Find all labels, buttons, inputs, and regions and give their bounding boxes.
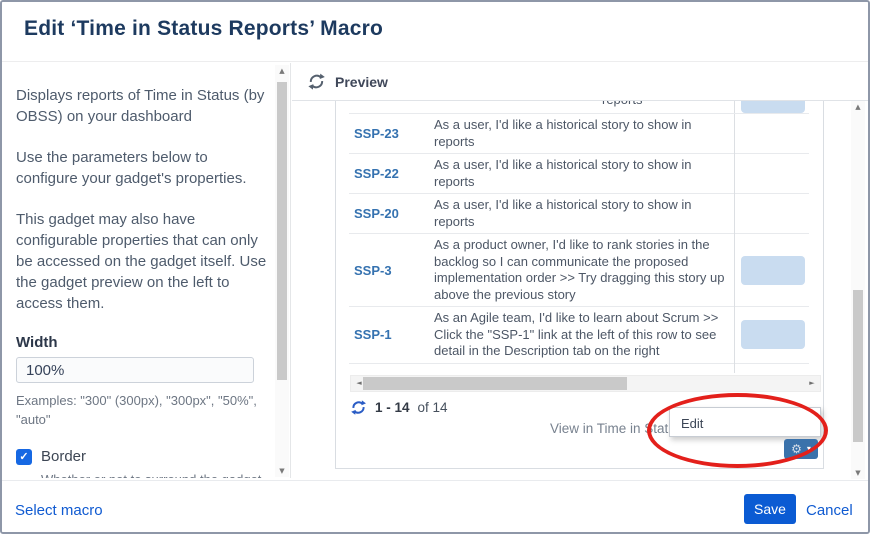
issue-key-link[interactable]: SSP-3 [354,263,392,278]
table-horizontal-scrollbar[interactable]: ◄ ► [350,375,821,392]
dialog-footer: Select macro Save Cancel [2,480,868,532]
status-badge [741,101,805,113]
table-row: SSP-23 As a user, I'd like a historical … [349,114,809,154]
menu-item-edit[interactable]: Edit [670,408,820,431]
scroll-down-icon[interactable]: ▼ [851,467,865,479]
preview-table-rows: SSP-23 As a user, I'd like a historical … [349,114,809,364]
macro-parameters-sidebar: Displays reports of Time in Status (by O… [2,63,291,478]
border-checkbox-label: Border [41,448,86,465]
macro-description: This gadget may also have configurable p… [16,209,270,314]
gadget-dropdown-menu: Edit [669,407,821,437]
result-total: of 14 [418,400,448,415]
macro-description: Displays reports of Time in Status (by O… [16,85,270,127]
issue-summary: reports [602,101,642,109]
issue-table: reports SSP-23 As a user, I'd like a his… [349,101,809,364]
gear-icon: ⚙ [791,443,802,455]
table-row: SSP-1 As an Agile team, I'd like to lear… [349,307,809,364]
issue-summary: As an Agile team, I'd like to learn abou… [434,309,734,361]
issue-key-link[interactable]: SSP-1 [354,327,392,342]
refresh-results-icon[interactable] [350,399,367,416]
table-row: SSP-3 As a product owner, I'd like to ra… [349,234,809,307]
preview-scrollbar[interactable]: ▲ ▼ [851,101,865,479]
preview-panel: Preview reports SSP-23 As a user, I'd li… [292,63,868,480]
horizontal-scrollbar-thumb[interactable] [363,377,627,390]
gadget-settings-button[interactable]: ⚙ ▾ [784,439,818,459]
scroll-right-icon[interactable]: ► [804,376,820,391]
save-button[interactable]: Save [744,494,796,524]
issue-summary: As a user, I'd like a historical story t… [434,156,734,191]
issue-key-link[interactable]: SSP-23 [354,126,399,141]
checkmark-icon: ✓ [19,451,28,463]
edit-macro-dialog: Edit ‘Time in Status Reports’ Macro Disp… [0,0,870,534]
table-row: SSP-22 As a user, I'd like a historical … [349,154,809,194]
dialog-title: Edit ‘Time in Status Reports’ Macro [24,17,383,41]
dialog-title-bar: Edit ‘Time in Status Reports’ Macro [2,2,868,62]
issue-summary: As a product owner, I'd like to rank sto… [434,236,734,304]
width-field-label: Width [16,334,270,351]
table-row: SSP-20 As a user, I'd like a historical … [349,194,809,234]
result-range: 1 - 14 [375,400,410,415]
issue-summary: As a user, I'd like a historical story t… [434,196,734,231]
table-row-clipped: reports [349,101,809,114]
preview-header: Preview [292,63,868,101]
scroll-up-icon[interactable]: ▲ [851,101,865,113]
table-column-divider [734,101,735,373]
sidebar-scrollbar[interactable]: ▲ ▼ [275,65,289,477]
issue-key-link[interactable]: SSP-20 [354,206,399,221]
status-badge [741,256,805,285]
status-badge [741,320,805,349]
width-field-help: Examples: "300" (300px), "300px", "50%",… [16,391,270,429]
refresh-preview-icon[interactable] [307,73,326,90]
preview-label: Preview [335,74,388,90]
border-checkbox[interactable]: ✓ [16,449,32,465]
issue-key-link[interactable]: SSP-22 [354,166,399,181]
preview-scrollbar-thumb[interactable] [853,290,863,442]
chevron-down-icon: ▾ [807,445,811,453]
width-input[interactable] [16,357,254,383]
cancel-button[interactable]: Cancel [806,502,853,519]
scroll-down-icon[interactable]: ▼ [275,465,289,477]
pagination: 1 - 14 of 14 [350,399,448,416]
sidebar-scrollbar-thumb[interactable] [277,82,287,380]
macro-description: Use the parameters below to configure yo… [16,147,270,189]
select-macro-link[interactable]: Select macro [15,502,103,519]
issue-summary: As a user, I'd like a historical story t… [434,116,734,151]
border-field-help: Whether or not to surround the gadget wi… [41,471,269,478]
view-in-app-link[interactable]: View in Time in Statu [550,421,676,436]
scroll-up-icon[interactable]: ▲ [275,65,289,77]
